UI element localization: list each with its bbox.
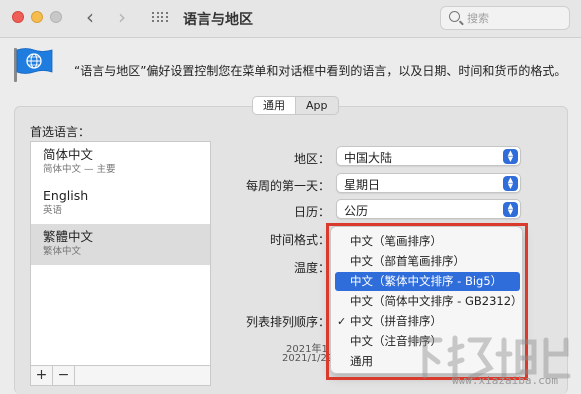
language-list-controls: + − [30, 366, 211, 386]
close-window-button[interactable] [12, 11, 24, 23]
calendar-popup[interactable]: 公历 ▲ ▼ [336, 199, 521, 219]
language-name: 简体中文 [43, 147, 94, 162]
search-icon [449, 11, 460, 22]
language-item[interactable]: English 英语 [31, 183, 210, 224]
description-text: “语言与地区”偏好设置控制您在菜单和对话框中看到的语言，以及日期、时间和货币的格… [74, 64, 567, 78]
updown-chevron-icon: ▲ ▼ [503, 176, 518, 191]
zoom-window-button[interactable] [50, 11, 62, 23]
date-preview-line2: 2021/1/29 [282, 353, 334, 364]
region-label: 地区： [294, 152, 331, 166]
time-format-label: 时间格式： [270, 233, 331, 247]
add-language-button[interactable]: + [31, 366, 53, 385]
remove-language-button[interactable]: − [53, 366, 75, 385]
menu-item-label: 中文（笔画排序） [350, 234, 442, 248]
menu-item-label: 通用 [350, 354, 373, 368]
sort-order-label: 列表排列顺序： [246, 315, 331, 329]
search-field[interactable] [440, 6, 570, 30]
window-toolbar: ‹ › 语言与地区 [0, 0, 581, 38]
watermark-url: www.xiazaiba.com [452, 374, 558, 387]
menu-item-stroke-sort[interactable]: 中文（笔画排序） [335, 232, 520, 251]
tab-app[interactable]: App [296, 97, 338, 114]
menu-item-gb2312-sort[interactable]: 中文（简体中文排序 - GB2312） [335, 292, 523, 311]
language-flag-icon [14, 48, 53, 82]
calendar-value: 公历 [344, 204, 369, 218]
first-day-popup[interactable]: 星期日 ▲ ▼ [336, 173, 521, 193]
menu-item-big5-sort[interactable]: 中文（繁体中文排序 - Big5） [335, 272, 520, 291]
menu-item-label: 中文（简体中文排序 - GB2312） [350, 294, 523, 308]
language-item-selected[interactable]: 繁體中文 繁体中文 [31, 224, 210, 265]
show-all-grid-icon[interactable] [152, 12, 168, 26]
language-subtitle: 英语 [43, 205, 63, 216]
search-input[interactable] [467, 10, 563, 26]
language-subtitle: 繁体中文 [43, 246, 82, 257]
minimize-window-button[interactable] [31, 11, 43, 23]
forward-chevron-icon[interactable]: › [118, 6, 126, 28]
checkmark-icon: ✓ [337, 315, 347, 328]
tab-control: 通用 App [252, 96, 339, 115]
menu-item-label: 中文（繁体中文排序 - Big5） [350, 274, 503, 288]
calendar-label: 日历： [294, 205, 331, 219]
menu-item-label: 中文（拼音排序） [350, 314, 442, 328]
first-day-label: 每周的第一天： [246, 179, 331, 193]
temperature-label: 温度： [294, 261, 331, 275]
tab-general[interactable]: 通用 [253, 97, 296, 114]
updown-chevron-icon: ▲ ▼ [503, 149, 518, 164]
updown-chevron-icon: ▲ ▼ [503, 202, 518, 217]
language-name: English [43, 188, 89, 203]
region-popup[interactable]: 中国大陆 ▲ ▼ [336, 146, 521, 166]
language-list: 简体中文 简体中文 — 主要 English 英语 繁體中文 繁体中文 [30, 141, 211, 366]
window-title: 语言与地区 [183, 12, 253, 28]
region-value: 中国大陆 [344, 151, 393, 165]
language-subtitle: 简体中文 — 主要 [43, 164, 116, 175]
first-day-value: 星期日 [344, 178, 381, 192]
menu-item-radical-stroke-sort[interactable]: 中文（部首笔画排序） [335, 252, 520, 271]
language-name: 繁體中文 [43, 229, 94, 244]
language-item[interactable]: 简体中文 简体中文 — 主要 [31, 142, 210, 183]
menu-item-label: 中文（部首笔画排序） [350, 254, 465, 268]
preferred-languages-label: 首选语言： [30, 125, 91, 139]
back-chevron-icon[interactable]: ‹ [86, 6, 94, 28]
